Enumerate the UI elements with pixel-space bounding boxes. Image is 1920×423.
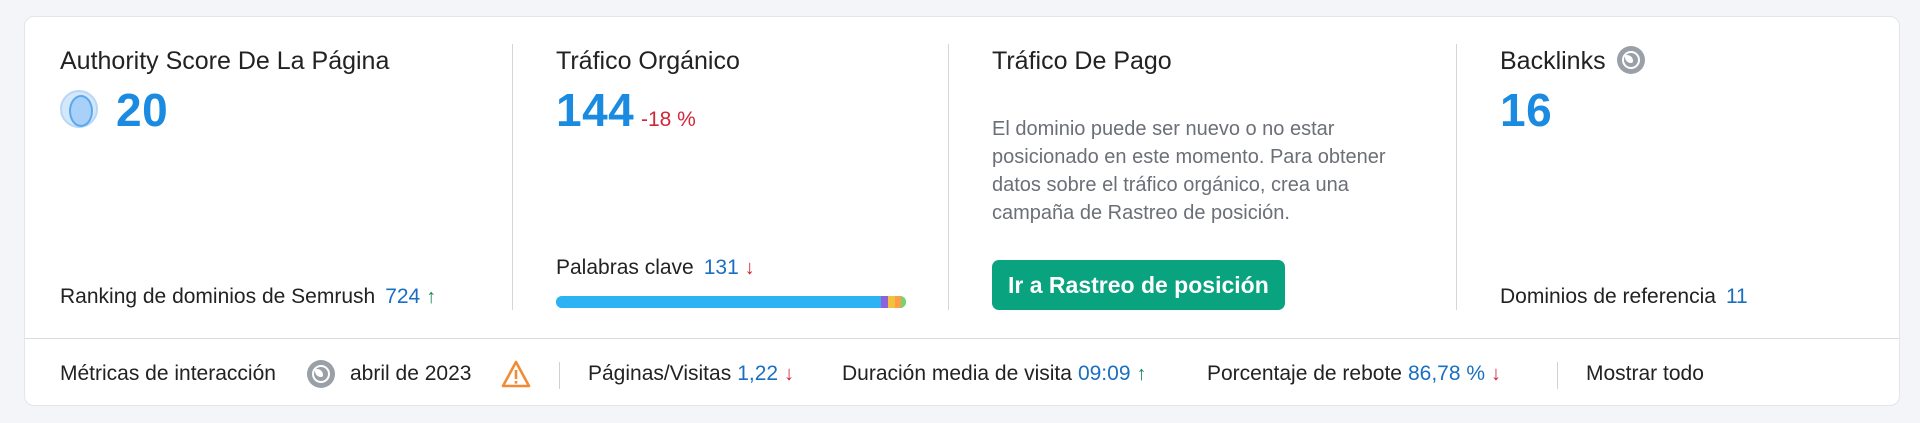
- domain-ranking-label: Ranking de dominios de Semrush: [60, 285, 376, 308]
- pages-per-visit-label: Páginas/Visitas: [588, 362, 732, 385]
- organic-traffic-value[interactable]: 144: [556, 83, 634, 137]
- column-divider: [948, 44, 949, 310]
- warning-icon[interactable]: [501, 360, 531, 388]
- paid-traffic-message: El dominio puede ser nuevo o no estar po…: [992, 118, 1386, 224]
- separator: [559, 362, 560, 389]
- show-all-link[interactable]: Mostrar todo: [1586, 340, 1704, 407]
- globe-icon[interactable]: [307, 360, 335, 389]
- organic-traffic-change: -18 %: [641, 108, 696, 131]
- referring-domains: Dominios de referencia 11: [1500, 285, 1748, 309]
- arrow-down-icon: ↓: [744, 257, 755, 279]
- authority-score-panel: Authority Score De La Página 20 Ranking …: [60, 17, 500, 339]
- engagement-metrics-row: Métricas de interacción abril de 2023 Pá…: [25, 340, 1899, 407]
- domain-overview-card: Authority Score De La Página 20 Ranking …: [24, 16, 1900, 406]
- authority-score-circle-icon: [60, 90, 98, 128]
- authority-score-title: Authority Score De La Página: [60, 47, 390, 75]
- bounce-rate: Porcentaje de rebote 86,78 % ↓: [1207, 340, 1501, 407]
- engagement-date: abril de 2023: [350, 362, 472, 385]
- paid-traffic-panel: Tráfico De Pago El dominio puede ser nue…: [992, 17, 1452, 339]
- arrow-down-icon: ↓: [1491, 363, 1502, 385]
- engagement-label: Métricas de interacción: [60, 362, 276, 385]
- backlinks-title-row: Backlinks: [1500, 46, 1645, 76]
- keywords-value[interactable]: 131: [704, 256, 739, 279]
- domain-ranking-value[interactable]: 724: [385, 285, 420, 308]
- engagement-globe: [307, 340, 335, 407]
- arrow-down-icon: ↓: [784, 363, 795, 385]
- domain-ranking: Ranking de dominios de Semrush 724 ↑: [60, 285, 436, 309]
- avg-visit-duration-value[interactable]: 09:09: [1078, 362, 1131, 385]
- keyword-bar-segment-2: [881, 296, 889, 308]
- backlinks-value[interactable]: 16: [1500, 83, 1552, 137]
- backlinks-panel: Backlinks 16 Dominios de referencia 11: [1500, 17, 1860, 339]
- avg-visit-duration-label: Duración media de visita: [842, 362, 1072, 385]
- keywords-line: Palabras clave 131 ↓: [556, 256, 755, 280]
- globe-icon[interactable]: [1616, 46, 1645, 75]
- bounce-rate-value[interactable]: 86,78 %: [1408, 362, 1485, 385]
- pages-per-visit: Páginas/Visitas 1,22 ↓: [588, 340, 794, 407]
- bounce-rate-label: Porcentaje de rebote: [1207, 362, 1402, 385]
- keyword-bar-segment-5: [901, 296, 906, 308]
- go-to-position-tracking-button[interactable]: Ir a Rastreo de posición: [992, 260, 1285, 310]
- paid-traffic-title: Tráfico De Pago: [992, 47, 1172, 75]
- separator: [1557, 362, 1558, 389]
- referring-domains-value[interactable]: 11: [1726, 285, 1748, 308]
- organic-traffic-title: Tráfico Orgánico: [556, 47, 740, 75]
- referring-domains-label: Dominios de referencia: [1500, 285, 1716, 308]
- keywords-label: Palabras clave: [556, 256, 694, 279]
- metrics-row: Authority Score De La Página 20 Ranking …: [25, 17, 1899, 339]
- pages-per-visit-value[interactable]: 1,22: [737, 362, 778, 385]
- authority-score-value[interactable]: 20: [116, 83, 168, 137]
- organic-traffic-panel: Tráfico Orgánico 144 -18 % Palabras clav…: [556, 17, 956, 339]
- backlinks-title: Backlinks: [1500, 47, 1606, 75]
- keyword-bar-segment-1: [556, 296, 882, 308]
- keyword-bar-segment-3: [888, 296, 896, 308]
- avg-visit-duration: Duración media de visita 09:09 ↑: [842, 340, 1147, 407]
- arrow-up-icon: ↑: [1136, 363, 1147, 385]
- engagement-warning: [501, 340, 531, 407]
- arrow-up-icon: ↑: [426, 286, 437, 308]
- column-divider: [512, 44, 513, 310]
- column-divider: [1456, 44, 1457, 310]
- keywords-distribution-bar[interactable]: [556, 296, 906, 308]
